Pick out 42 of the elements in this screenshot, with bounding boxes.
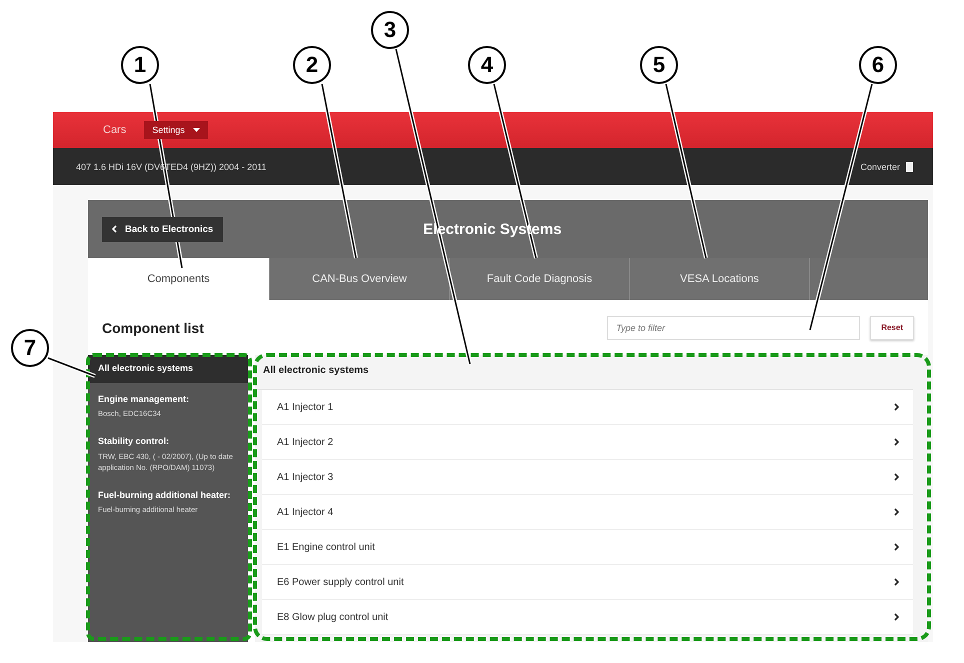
callout-number: 2 xyxy=(293,46,331,84)
group-title: Stability control: xyxy=(98,435,170,448)
chevron-right-icon xyxy=(894,403,899,411)
item-label: E1 Engine control unit xyxy=(277,542,375,552)
filter-field[interactable]: Type to filter xyxy=(607,316,860,340)
callout-number: 1 xyxy=(121,46,159,84)
chevron-left-icon xyxy=(112,225,117,233)
callout-number: 6 xyxy=(859,46,897,84)
list-item[interactable]: E6 Power supply control unit xyxy=(262,565,913,600)
chevron-right-icon xyxy=(894,543,899,551)
item-label: A1 Injector 1 xyxy=(277,402,334,412)
chevron-right-icon xyxy=(894,508,899,516)
list-item[interactable]: E1 Engine control unit xyxy=(262,530,913,565)
group-title: Fuel-burning additional heater: xyxy=(98,489,232,502)
list-item[interactable]: A1 Injector 2 xyxy=(262,425,913,460)
chevron-right-icon xyxy=(894,438,899,446)
settings-button[interactable]: Settings xyxy=(144,121,208,139)
callout-number: 4 xyxy=(468,46,506,84)
tab[interactable]: Components xyxy=(88,258,270,300)
list-item[interactable]: E8 Glow plug control unit xyxy=(262,600,913,635)
item-label: A1 Injector 4 xyxy=(277,506,334,518)
callout-number: 7 xyxy=(11,329,49,367)
item-label: E8 Glow plug control unit xyxy=(277,612,388,622)
section-title: Component list xyxy=(101,320,205,336)
converter-link[interactable]: Converter xyxy=(860,162,900,172)
callout-number: 5 xyxy=(640,46,678,84)
item-label: A1 Injector 2 xyxy=(277,436,334,448)
list-item[interactable]: A1 Injector 3 xyxy=(262,460,913,495)
chevron-right-icon xyxy=(894,613,899,621)
group-title: Engine management: xyxy=(98,393,190,406)
sidebar-item[interactable]: All electronic systems xyxy=(88,355,248,383)
chevron-right-icon xyxy=(894,578,899,586)
item-label: A1 Injector 3 xyxy=(277,472,334,482)
list-item[interactable]: A1 Injector 4 xyxy=(262,495,913,530)
back-button[interactable]: Back to Electronics xyxy=(102,216,224,242)
document-icon xyxy=(906,162,913,172)
item-label: E6 Power supply control unit xyxy=(277,576,404,588)
list-item[interactable]: A1 Injector 1 xyxy=(262,390,913,425)
reset-button[interactable]: Reset xyxy=(870,316,914,340)
chevron-right-icon xyxy=(894,473,899,481)
callout-number: 3 xyxy=(371,11,409,49)
caret-icon xyxy=(192,128,200,132)
